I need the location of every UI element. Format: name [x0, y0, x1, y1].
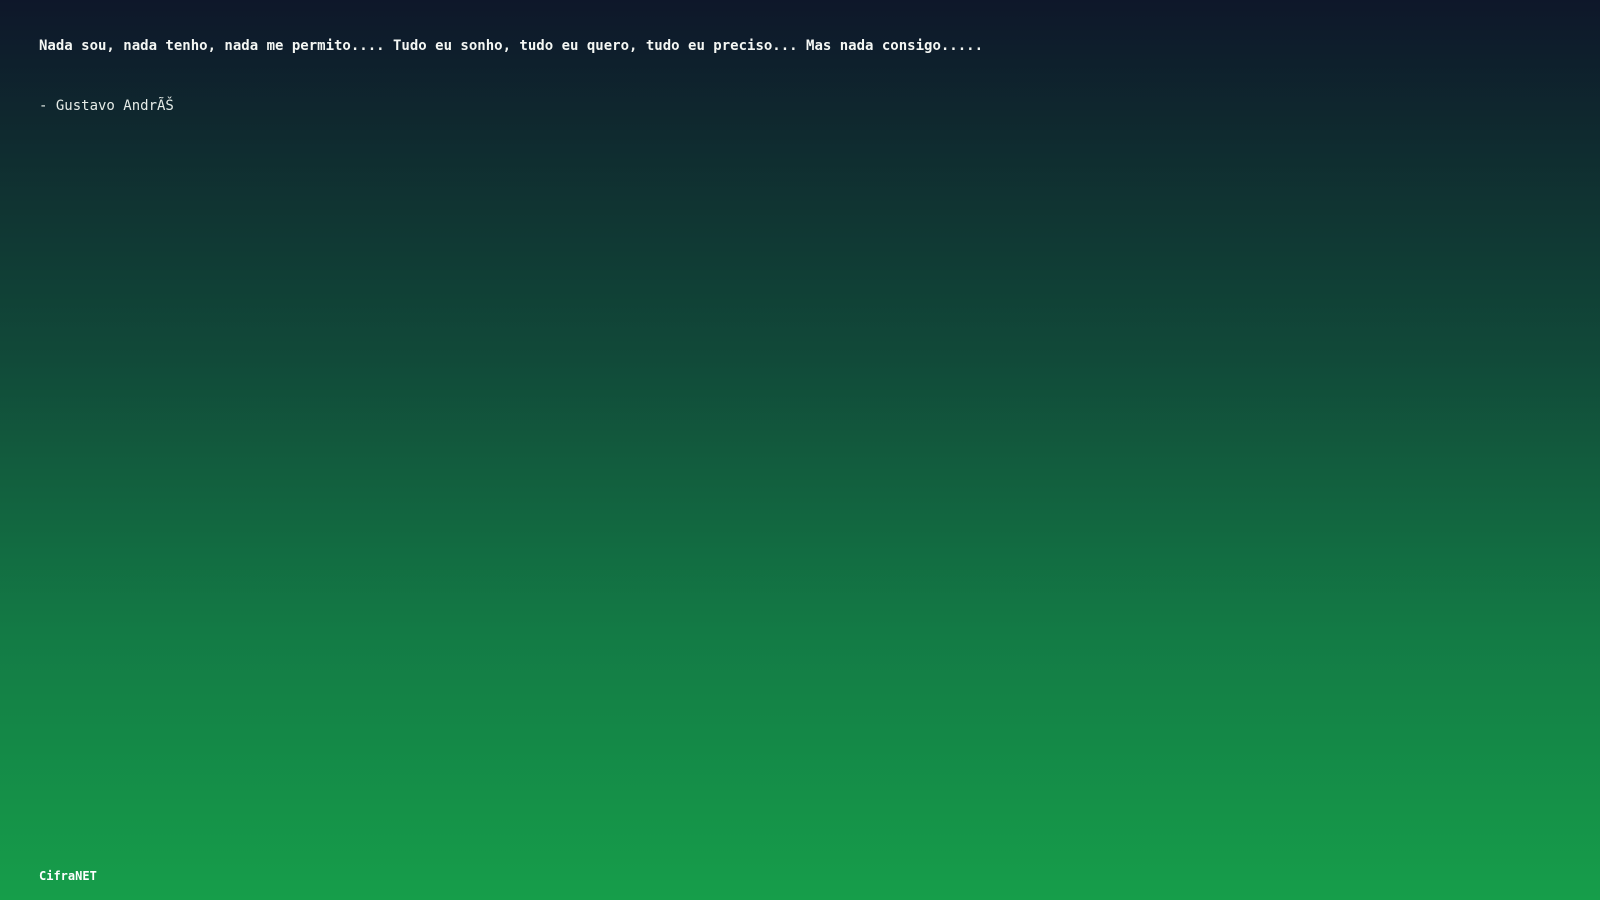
quote-author: - Gustavo AndrÃŠ	[39, 98, 174, 114]
quote-text: Nada sou, nada tenho, nada me permito...…	[39, 38, 984, 54]
brand-label: CifraNET	[39, 869, 97, 883]
